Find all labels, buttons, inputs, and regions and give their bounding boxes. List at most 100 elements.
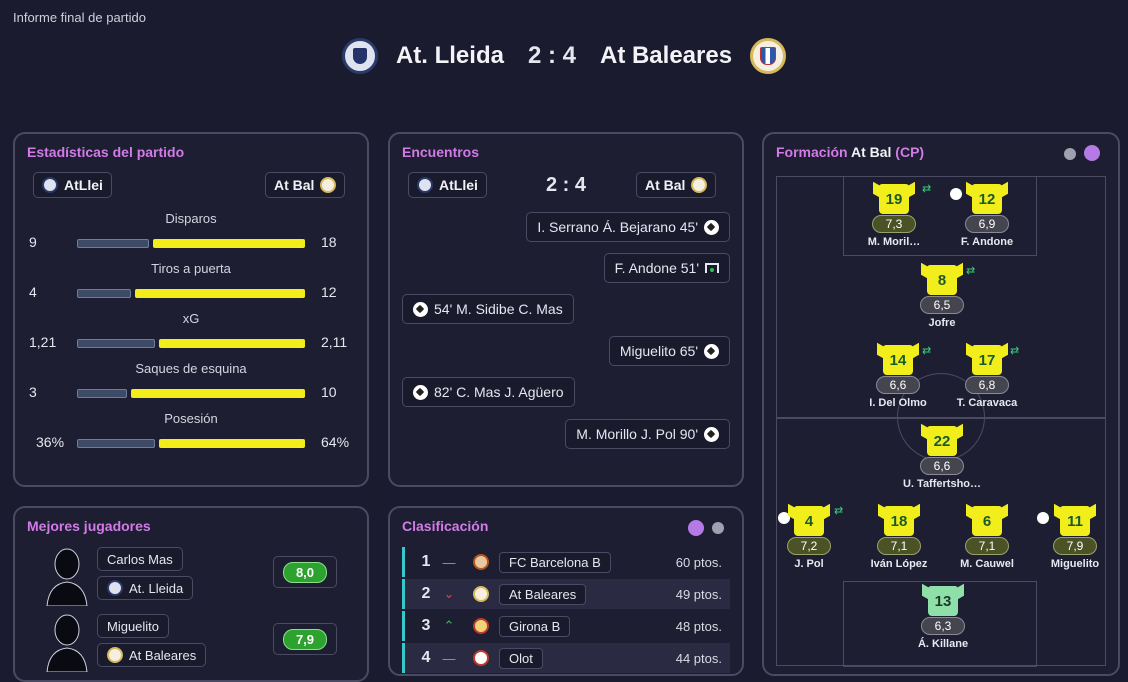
- player-name: Carlos Mas: [107, 551, 173, 567]
- rating-value: 7,9: [282, 628, 328, 650]
- event-text: F. Andone 51': [614, 260, 699, 276]
- stat-home-value: 3: [29, 384, 37, 400]
- shirt-icon: 4: [794, 506, 824, 536]
- player-name: F. Andone: [960, 236, 1014, 248]
- player-rating: 7,1: [877, 537, 921, 555]
- row-points: 44 ptos.: [675, 650, 722, 666]
- event-item[interactable]: 54' M. Sidibe C. Mas: [402, 294, 574, 324]
- best-player-rating: 7,9: [273, 623, 337, 655]
- stat-row: 3 10: [15, 384, 367, 404]
- standings-title: Clasificación: [402, 518, 489, 534]
- encounters-panel: Encuentros AtLlei 2 : 4 At Bal I. Serran…: [388, 132, 744, 487]
- event-text: Miguelito 65': [619, 343, 698, 359]
- trend-same-icon: —: [442, 650, 456, 666]
- row-position: 1: [421, 553, 431, 570]
- stat-away-value: 2,11: [321, 334, 348, 350]
- stats-home-chip[interactable]: AtLlei: [33, 172, 112, 198]
- stat-home-value: 1,21: [29, 334, 57, 350]
- row-marker: [402, 643, 405, 673]
- goal-post-icon: [705, 263, 719, 273]
- stat-label: xG: [182, 311, 200, 326]
- stat-away-value: 10: [321, 384, 337, 400]
- stat-label: Saques de esquina: [135, 361, 247, 376]
- stat-away-bar: [159, 439, 305, 448]
- event-item[interactable]: I. Serrano Á. Bejarano 45': [526, 212, 730, 242]
- substitution-icon: ⇄: [922, 183, 932, 195]
- page-dot-active[interactable]: [1084, 145, 1100, 161]
- best-player-rating: 8,0: [273, 556, 337, 588]
- event-item[interactable]: Miguelito 65': [608, 336, 730, 366]
- best-player-team[interactable]: At. Lleida: [97, 576, 194, 600]
- ball-icon: [704, 343, 719, 359]
- shirt-icon: 12: [972, 184, 1002, 214]
- ball-icon: [704, 426, 719, 442]
- ball-icon: [413, 301, 428, 317]
- page-dot[interactable]: [712, 522, 724, 534]
- shirt-icon: 14: [883, 345, 913, 375]
- substitution-icon: ⇄: [1010, 345, 1020, 357]
- away-team-name[interactable]: At Baleares: [600, 42, 732, 70]
- best-players-title: Mejores jugadores: [27, 518, 151, 534]
- trend-same-icon: —: [442, 554, 456, 570]
- formation-label: Formación: [776, 144, 848, 160]
- best-player-name[interactable]: Carlos Mas: [97, 547, 183, 571]
- stat-home-bar: [77, 339, 155, 348]
- away-crest-icon: [320, 177, 337, 193]
- player-marker[interactable]: 18 7,1 Iván López: [859, 506, 939, 570]
- stat-away-bar: [153, 239, 305, 248]
- player-name: Iván López: [870, 558, 928, 570]
- player-rating: 6,5: [920, 296, 964, 314]
- best-player-team[interactable]: At Baleares: [97, 643, 207, 667]
- standings-row[interactable]: 2 ⌄ At Baleares 49 ptos.: [402, 579, 730, 609]
- event-item[interactable]: 82' C. Mas J. Agüero: [402, 377, 575, 407]
- player-name: T. Caravaca: [956, 397, 1018, 409]
- row-marker: [402, 611, 405, 641]
- match-scoreline: At. Lleida 2 : 4 At Baleares: [0, 36, 1128, 76]
- player-name: M. Moril…: [867, 236, 921, 248]
- page-dot[interactable]: [1064, 148, 1076, 160]
- event-text: 82' C. Mas J. Agüero: [434, 384, 564, 400]
- chip-label: At Bal: [274, 177, 315, 193]
- avatar-silhouette-icon: [46, 614, 88, 672]
- stat-home-bar: [77, 439, 155, 448]
- player-name: Á. Killane: [917, 638, 969, 650]
- row-position: 3: [421, 617, 431, 634]
- best-player-name[interactable]: Miguelito: [97, 614, 170, 638]
- player-marker[interactable]: 6 7,1 M. Cauwel: [947, 506, 1027, 570]
- shirt-icon: 18: [884, 506, 914, 536]
- stat-label: Tiros a puerta: [151, 261, 231, 276]
- chip-label: At Bal: [645, 177, 686, 193]
- player-rating: 6,8: [965, 376, 1009, 394]
- window-title: Informe final de partido: [13, 10, 146, 25]
- standings-row[interactable]: 3 ⌃ Girona B 48 ptos.: [402, 611, 730, 641]
- stats-away-chip[interactable]: At Bal: [265, 172, 346, 198]
- rating-value: 8,0: [282, 561, 328, 583]
- formation-title: Formación At Bal (CP): [776, 144, 924, 160]
- encounters-away-chip[interactable]: At Bal: [636, 172, 717, 198]
- home-team-name[interactable]: At. Lleida: [396, 42, 504, 70]
- row-position: 4: [421, 649, 431, 666]
- row-marker: [402, 579, 405, 609]
- formation-team[interactable]: At Bal: [851, 144, 891, 160]
- stats-panel: Estadísticas del partido AtLlei At Bal D…: [13, 132, 369, 487]
- player-name: M. Cauwel: [960, 558, 1014, 570]
- encounters-title: Encuentros: [402, 144, 480, 160]
- player-marker[interactable]: 13 6,3 Á. Killane: [903, 586, 983, 650]
- stat-row: 36% 64%: [15, 434, 367, 454]
- shirt-icon: 6: [972, 506, 1002, 536]
- player-rating: 6,6: [876, 376, 920, 394]
- standings-row[interactable]: 4 — Olot 44 ptos.: [402, 643, 730, 673]
- event-item[interactable]: F. Andone 51': [603, 253, 730, 283]
- shirt-icon: 19: [879, 184, 909, 214]
- event-item[interactable]: M. Morillo J. Pol 90': [565, 419, 730, 449]
- standings-row[interactable]: 1 — FC Barcelona B 60 ptos.: [402, 547, 730, 577]
- stat-home-bar: [77, 289, 131, 298]
- trend-down-icon: ⌄: [443, 586, 455, 601]
- row-points: 48 ptos.: [675, 618, 722, 634]
- stat-home-bar: [77, 389, 127, 398]
- player-marker[interactable]: 12 6,9 F. Andone: [947, 184, 1027, 248]
- player-marker[interactable]: 11 7,9 Miguelito: [1035, 506, 1115, 570]
- shirt-icon: 17: [972, 345, 1002, 375]
- player-marker[interactable]: 22 6,6 U. Taffertsho…: [902, 426, 982, 490]
- page-dot-active[interactable]: [688, 520, 704, 536]
